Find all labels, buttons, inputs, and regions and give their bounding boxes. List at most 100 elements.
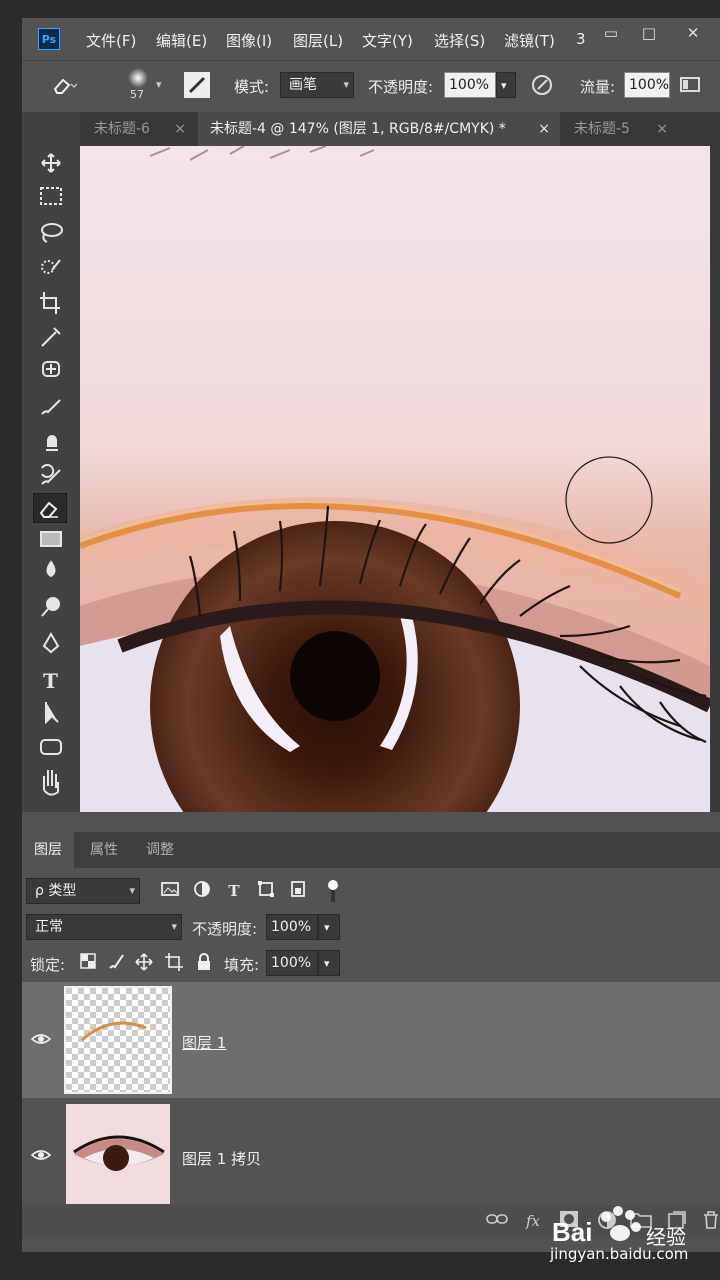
document-canvas[interactable] (80, 146, 710, 812)
lock-label: 锁定: (30, 956, 66, 974)
tab-label: 未标题-5 (574, 121, 630, 137)
menu-edit[interactable]: 编辑(E) (156, 30, 207, 51)
quick-select-icon (41, 259, 61, 274)
lock-pixels-icon[interactable] (104, 952, 128, 974)
menu-select[interactable]: 选择(S) (434, 30, 485, 51)
lock-all-icon[interactable] (192, 952, 216, 974)
layer-opacity-input[interactable]: 100% (266, 914, 318, 940)
blend-mode-value: 正常 (35, 919, 63, 935)
close-tab-icon[interactable]: × (656, 112, 668, 146)
type-filter-icon[interactable]: T (222, 880, 246, 902)
lock-artboard-icon[interactable] (162, 952, 186, 974)
lock-position-icon[interactable] (132, 952, 156, 974)
canvas-scrollbar[interactable] (710, 146, 720, 812)
layer-opacity-dropdown[interactable]: ▾ (318, 914, 340, 940)
close-tab-icon[interactable]: × (174, 112, 186, 146)
dodge-icon (41, 597, 60, 617)
eraser-tool[interactable] (33, 493, 67, 523)
lasso-icon (41, 223, 63, 243)
link-icon[interactable] (484, 1210, 510, 1232)
chevron-down-icon: ▾ (343, 78, 349, 91)
pen-icon (42, 632, 60, 654)
fill-dropdown[interactable]: ▾ (318, 950, 340, 976)
smart-filter-icon[interactable] (286, 880, 310, 902)
blur-icon (46, 560, 56, 578)
minimize-icon[interactable]: ▭ (594, 22, 628, 44)
restore-icon[interactable]: □ (632, 22, 666, 44)
opacity-input[interactable]: 100% (444, 72, 496, 98)
filter-toggle-icon[interactable] (326, 878, 340, 904)
mode-value: 画笔 (289, 77, 317, 93)
airbrush-icon[interactable] (676, 72, 704, 100)
menu-image[interactable]: 图像(I) (226, 30, 272, 51)
eyedropper-icon (41, 327, 61, 347)
baidu-watermark: Bai 经验 jingyan.baidu.com (550, 1195, 720, 1265)
watermark-url: jingyan.baidu.com (550, 1245, 689, 1263)
chevron-down-icon: ▾ (324, 957, 330, 970)
eye-icon[interactable] (30, 1148, 52, 1164)
layer-thumbnail[interactable] (66, 1104, 170, 1204)
layer-filter-dropdown[interactable]: ρ 类型 ▾ (26, 878, 140, 904)
menu-type[interactable]: 文字(Y) (362, 30, 413, 51)
mode-label: 模式: (234, 78, 270, 96)
layer-name[interactable]: 图层 1 拷贝 (182, 1148, 261, 1169)
photoshop-logo: Ps (38, 28, 60, 50)
tab-label: 未标题-4 @ 147% (图层 1, RGB/8#/CMYK) * (210, 121, 506, 137)
brush-panel-icon[interactable] (184, 72, 210, 98)
tab-properties[interactable]: 属性 (78, 832, 130, 868)
chevron-down-icon[interactable]: ▾ (156, 78, 162, 91)
blend-mode-dropdown[interactable]: 正常 ▾ (26, 914, 182, 940)
stamp-icon (46, 435, 58, 451)
fx-icon[interactable]: fx (520, 1210, 546, 1232)
shape-filter-icon[interactable] (254, 880, 278, 902)
tab-adjustments[interactable]: 调整 (134, 832, 186, 868)
gradient-icon (40, 531, 62, 547)
path-select-icon (45, 702, 59, 725)
close-tab-icon[interactable]: × (538, 112, 550, 146)
brush-size-value: 57 (130, 88, 144, 101)
healing-icon (42, 361, 60, 377)
layer-thumbnail[interactable] (64, 986, 172, 1094)
move-icon (41, 153, 61, 173)
flow-label: 流量: (580, 78, 616, 96)
history-brush-icon (41, 464, 61, 485)
fill-label: 填充: (224, 956, 260, 974)
close-icon[interactable]: ✕ (676, 22, 710, 44)
image-filter-icon[interactable] (158, 880, 182, 902)
menu-3d[interactable]: 3 (576, 30, 586, 48)
lock-transparent-icon[interactable] (76, 952, 100, 974)
pressure-opacity-icon[interactable] (528, 72, 556, 100)
tab-label: 未标题-6 (94, 121, 150, 137)
eraser-preset-icon[interactable] (50, 74, 78, 102)
filter-label: ρ 类型 (35, 883, 77, 899)
layer-opacity-label: 不透明度: (192, 920, 258, 938)
chevron-down-icon: ▾ (324, 921, 330, 934)
shape-icon (40, 739, 62, 755)
chevron-down-icon: ▾ (129, 884, 135, 897)
brush-icon (41, 399, 61, 415)
menu-layer[interactable]: 图层(L) (293, 30, 343, 51)
watermark-brand: Bai (552, 1217, 593, 1247)
opacity-label: 不透明度: (368, 78, 434, 96)
flow-input[interactable]: 100% (624, 72, 670, 98)
tool-icons: T (40, 153, 63, 796)
tab-untitled-6[interactable]: 未标题-6 × (82, 112, 196, 146)
tab-untitled-4[interactable]: 未标题-4 @ 147% (图层 1, RGB/8#/CMYK) * × (198, 112, 560, 146)
type-icon: T (43, 669, 58, 693)
tool-list: T (22, 146, 80, 812)
opacity-dropdown[interactable]: ▾ (496, 72, 516, 98)
eye-photo (80, 146, 710, 812)
adjust-filter-icon[interactable] (190, 880, 214, 902)
marquee-icon (40, 187, 62, 205)
menu-filter[interactable]: 滤镜(T) (504, 30, 555, 51)
chevron-down-icon: ▾ (501, 79, 507, 92)
tab-untitled-5[interactable]: 未标题-5 × (562, 112, 678, 146)
fill-input[interactable]: 100% (266, 950, 318, 976)
menu-file[interactable]: 文件(F) (86, 30, 136, 51)
hand-icon (43, 770, 59, 796)
crop-icon (40, 292, 60, 314)
eye-icon[interactable] (30, 1032, 52, 1048)
layer-name[interactable]: 图层 1 (182, 1032, 226, 1053)
tab-layers[interactable]: 图层 (22, 832, 74, 868)
mode-dropdown[interactable]: 画笔 ▾ (280, 72, 354, 98)
